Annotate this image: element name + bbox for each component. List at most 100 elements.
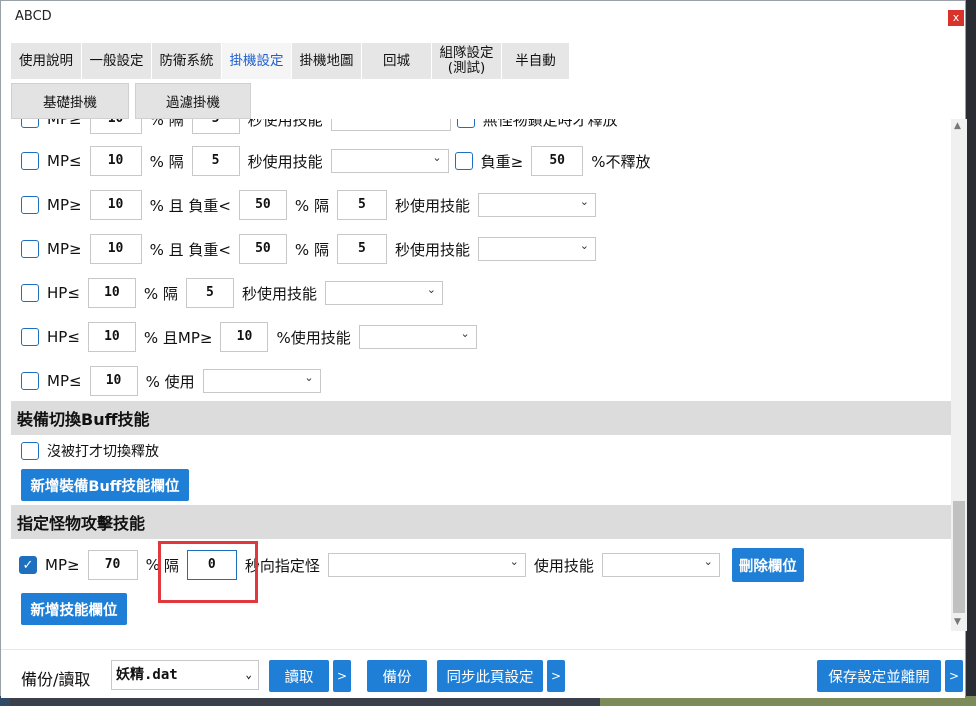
rule-percent-input[interactable]: 10 bbox=[89, 119, 142, 134]
rule-weight-input[interactable]: 50 bbox=[238, 234, 287, 264]
rule-weight-label: % 且 負重< bbox=[149, 196, 231, 215]
delete-field-button[interactable]: 刪除欄位 bbox=[731, 548, 804, 582]
rule-checkbox[interactable] bbox=[21, 372, 39, 390]
rule-interval-label: % 隔 bbox=[143, 284, 178, 303]
attack-interval-label: 隔 bbox=[163, 556, 179, 575]
profile-file-select[interactable]: 妖精.dat bbox=[111, 660, 259, 690]
rule-condition-label: MP≤ bbox=[47, 372, 82, 390]
target-monster-select[interactable] bbox=[327, 553, 526, 577]
weight-input[interactable]: 50 bbox=[531, 146, 584, 176]
rule-condition-label: HP≤ bbox=[47, 284, 80, 302]
read-button[interactable]: 讀取 bbox=[269, 660, 329, 692]
vertical-scrollbar[interactable]: ▲ ▼ bbox=[951, 119, 967, 631]
buff-switch-checkbox[interactable] bbox=[21, 442, 39, 460]
rule-percent-input[interactable]: 10 bbox=[89, 366, 138, 396]
rule-checkbox[interactable] bbox=[21, 284, 39, 302]
save-more-button[interactable]: > bbox=[945, 660, 963, 692]
rule-checkbox[interactable] bbox=[21, 152, 39, 170]
attack-rule-row: ✓ MP≥ 70 % 隔 0 秒向指定怪 使用技能 刪除欄位 bbox=[19, 548, 804, 582]
buff-switch-label: 沒被打才切換釋放 bbox=[47, 444, 159, 460]
buff-option-row: 沒被打才切換釋放 bbox=[21, 435, 161, 467]
rule-checkbox[interactable] bbox=[21, 119, 39, 128]
attack-skill-label: 使用技能 bbox=[533, 556, 594, 575]
tab-return-town[interactable]: 回城 bbox=[362, 43, 432, 79]
weight-checkbox[interactable] bbox=[454, 152, 473, 170]
rule-percent-input[interactable]: 10 bbox=[89, 234, 142, 264]
footer-bar: 備份/讀取 妖精.dat 讀取 > 備份 同步此頁設定 > 保存設定並離開 > bbox=[1, 649, 965, 698]
skill-rule-row: MP≤ 10 % 隔 5 秒使用技能 負重≥ 50 %不釋放 bbox=[21, 145, 652, 177]
subtab-basic-afk[interactable]: 基礎掛機 bbox=[11, 83, 129, 119]
rule-condition-label: MP≥ bbox=[47, 119, 82, 128]
close-button[interactable]: x bbox=[948, 10, 964, 26]
tab-general[interactable]: 一般設定 bbox=[82, 43, 152, 79]
add-skill-field-button[interactable]: 新增技能欄位 bbox=[21, 593, 127, 625]
rule-skill-label: 秒使用技能 bbox=[247, 152, 323, 171]
title-bar: ABCD x bbox=[1, 1, 965, 33]
sync-page-button[interactable]: 同步此頁設定 bbox=[437, 660, 543, 692]
no-target-label: 無怪物鎖定時才釋放 bbox=[482, 119, 618, 129]
rule-skill-select[interactable] bbox=[202, 369, 321, 393]
background-right bbox=[966, 0, 976, 706]
rule-checkbox[interactable] bbox=[21, 328, 39, 346]
rule-percent-input[interactable]: 10 bbox=[87, 278, 136, 308]
save-and-exit-button[interactable]: 保存設定並離開 bbox=[817, 660, 941, 692]
rule-use-label: % 使用 bbox=[145, 372, 195, 391]
add-buff-skill-button[interactable]: 新增裝備Buff技能欄位 bbox=[21, 469, 189, 501]
rule-condition-label: MP≤ bbox=[47, 152, 82, 170]
rule-skill-select[interactable] bbox=[330, 149, 449, 173]
attack-target-label: 秒向指定怪 bbox=[244, 556, 320, 575]
rule-condition-label: MP≥ bbox=[47, 240, 82, 258]
rule-seconds-input[interactable]: 5 bbox=[336, 234, 387, 264]
rule-seconds-input[interactable]: 5 bbox=[191, 119, 240, 134]
rule-skill-select[interactable] bbox=[477, 193, 596, 217]
scroll-up-icon[interactable]: ▲ bbox=[954, 121, 961, 131]
rule-seconds-input[interactable]: 5 bbox=[191, 146, 240, 176]
rule-skill-select[interactable] bbox=[330, 119, 451, 131]
backup-button[interactable]: 備份 bbox=[367, 660, 427, 692]
rule-condition-label: HP≤ bbox=[47, 328, 80, 346]
sync-more-button[interactable]: > bbox=[547, 660, 565, 692]
rule-skill-label: 秒使用技能 bbox=[241, 284, 317, 303]
rule-skill-label: 秒使用技能 bbox=[247, 119, 323, 129]
attack-rule-checkbox[interactable]: ✓ bbox=[19, 556, 37, 574]
settings-content: MP≥ 10 % 隔 5 秒使用技能 無怪物鎖定時才釋放 MP≤ 10 % 隔 … bbox=[11, 119, 951, 631]
attack-percent-input[interactable]: 70 bbox=[87, 550, 138, 580]
skill-rule-row: MP≥ 10 % 且 負重< 50 % 隔 5 秒使用技能 bbox=[21, 233, 602, 265]
subtab-filter-afk[interactable]: 過濾掛機 bbox=[135, 83, 251, 119]
rule-checkbox[interactable] bbox=[21, 196, 39, 214]
scrollbar-thumb[interactable] bbox=[953, 501, 965, 613]
skill-rule-row: MP≥ 10 % 隔 5 秒使用技能 無怪物鎖定時才釋放 bbox=[21, 119, 620, 135]
no-target-checkbox[interactable] bbox=[456, 119, 475, 128]
rule-skill-select[interactable] bbox=[477, 237, 596, 261]
rule-weight-input[interactable]: 50 bbox=[238, 190, 287, 220]
attack-skill-select[interactable] bbox=[601, 553, 720, 577]
rule-mp-input[interactable]: 10 bbox=[220, 322, 269, 352]
backup-load-label: 備份/讀取 bbox=[21, 670, 91, 689]
rule-seconds-input[interactable]: 5 bbox=[185, 278, 234, 308]
attack-condition-label: MP≥ bbox=[45, 556, 80, 574]
skill-rule-row: MP≥ 10 % 且 負重< 50 % 隔 5 秒使用技能 bbox=[21, 189, 602, 221]
rule-seconds-input[interactable]: 5 bbox=[336, 190, 387, 220]
rule-percent-input[interactable]: 10 bbox=[89, 146, 142, 176]
tab-instructions[interactable]: 使用說明 bbox=[11, 43, 82, 79]
attack-percent-label: % bbox=[145, 556, 160, 574]
rule-interval-label: % 隔 bbox=[149, 119, 184, 129]
settings-window: ABCD x 使用說明 一般設定 防衛系統 掛機設定 掛機地圖 回城 組隊設定 … bbox=[0, 0, 967, 698]
tab-defense[interactable]: 防衛系統 bbox=[152, 43, 222, 79]
attack-interval-input[interactable]: 0 bbox=[186, 550, 237, 580]
tab-party[interactable]: 組隊設定 (測試) bbox=[432, 43, 502, 79]
rule-skill-select[interactable] bbox=[324, 281, 443, 305]
tab-afk-settings[interactable]: 掛機設定 bbox=[222, 43, 292, 79]
rule-weight-label: % 且 負重< bbox=[149, 240, 231, 259]
read-more-button[interactable]: > bbox=[333, 660, 351, 692]
rule-interval-label: % 隔 bbox=[294, 196, 329, 215]
rule-percent-input[interactable]: 10 bbox=[87, 322, 136, 352]
rule-skill-select[interactable] bbox=[358, 325, 477, 349]
rule-percent-input[interactable]: 10 bbox=[89, 190, 142, 220]
rule-skill-label: 秒使用技能 bbox=[394, 196, 470, 215]
section-header-buff: 裝備切換Buff技能 bbox=[11, 401, 951, 435]
rule-checkbox[interactable] bbox=[21, 240, 39, 258]
scroll-down-icon[interactable]: ▼ bbox=[954, 617, 961, 627]
tab-afk-map[interactable]: 掛機地圖 bbox=[292, 43, 362, 79]
tab-semi-auto[interactable]: 半自動 bbox=[502, 43, 570, 79]
